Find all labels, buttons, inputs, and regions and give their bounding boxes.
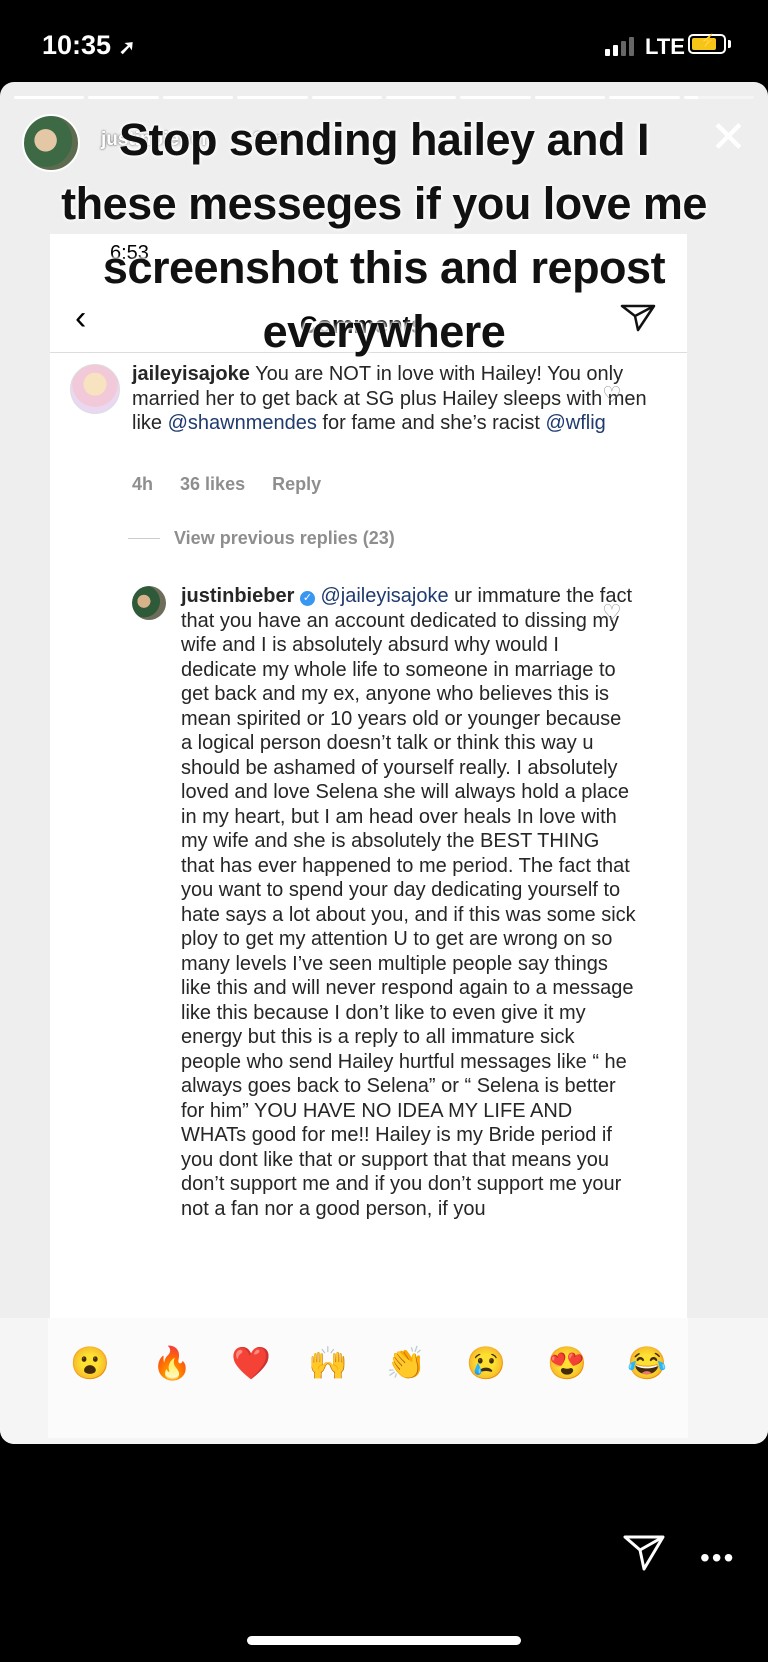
reaction-emoji[interactable]: 😢 — [466, 1344, 506, 1382]
story-caption: Stop sending hailey and I these messeges… — [61, 114, 707, 357]
more-icon[interactable]: ••• — [700, 1542, 735, 1574]
reply-text: ur immature the fact that you have an ac… — [181, 585, 636, 1220]
carrier-label: LTE — [645, 34, 685, 59]
reaction-emoji[interactable]: 😮 — [70, 1344, 110, 1382]
signal-icon — [605, 36, 634, 56]
reply-link: Reply — [272, 474, 322, 494]
send-icon[interactable] — [622, 1533, 666, 1573]
close-icon[interactable]: ✕ — [710, 116, 747, 160]
comment-body: jaileyisajoke You are NOT in love with H… — [132, 362, 652, 436]
avatar — [132, 586, 166, 620]
mention-link: @wflig — [545, 412, 606, 434]
comments-screenshot: 6:53 ‹ Comments jaileyisajoke You are NO… — [50, 234, 687, 1444]
mention-link: @shawnmendes — [167, 412, 317, 434]
avatar — [70, 364, 120, 414]
battery-icon: ⚡ — [688, 33, 726, 54]
story-progress-bar — [14, 96, 755, 99]
heart-icon: ♡ — [602, 382, 622, 407]
reaction-emoji[interactable]: 😂 — [627, 1344, 667, 1382]
home-indicator[interactable] — [247, 1636, 521, 1645]
reaction-emoji[interactable]: 👏 — [386, 1344, 426, 1382]
reply-username: justinbieber — [181, 585, 295, 607]
reaction-emoji[interactable]: 😍 — [547, 1344, 587, 1382]
view-previous-replies: View previous replies (23) — [128, 528, 395, 549]
comment-likes: 36 likes — [180, 474, 246, 494]
reaction-emoji[interactable]: 🙌 — [308, 1344, 348, 1382]
reply-body: justinbieber ✓ @jaileyisajoke ur immatur… — [181, 584, 637, 1221]
status-bar: 10:35 ➚ LTE ⚡ — [0, 0, 768, 80]
battery-tip — [728, 40, 731, 48]
story-card[interactable]: 6:53 ‹ Comments jaileyisajoke You are NO… — [0, 82, 768, 1444]
status-time: 10:35 ➚ — [42, 30, 136, 60]
comment-meta: 4h 36 likes Reply — [132, 474, 343, 495]
comment-username: jaileyisajoke — [132, 363, 250, 385]
comment-time: 4h — [132, 474, 154, 494]
heart-icon: ♡ — [602, 600, 622, 625]
mention-link: @jaileyisajoke — [320, 585, 449, 607]
reaction-emoji[interactable]: 🔥 — [152, 1344, 192, 1382]
reaction-emoji[interactable]: ❤️ — [231, 1344, 271, 1382]
verified-badge-icon: ✓ — [299, 591, 315, 606]
comment-text: for fame and she’s racist — [316, 412, 546, 434]
